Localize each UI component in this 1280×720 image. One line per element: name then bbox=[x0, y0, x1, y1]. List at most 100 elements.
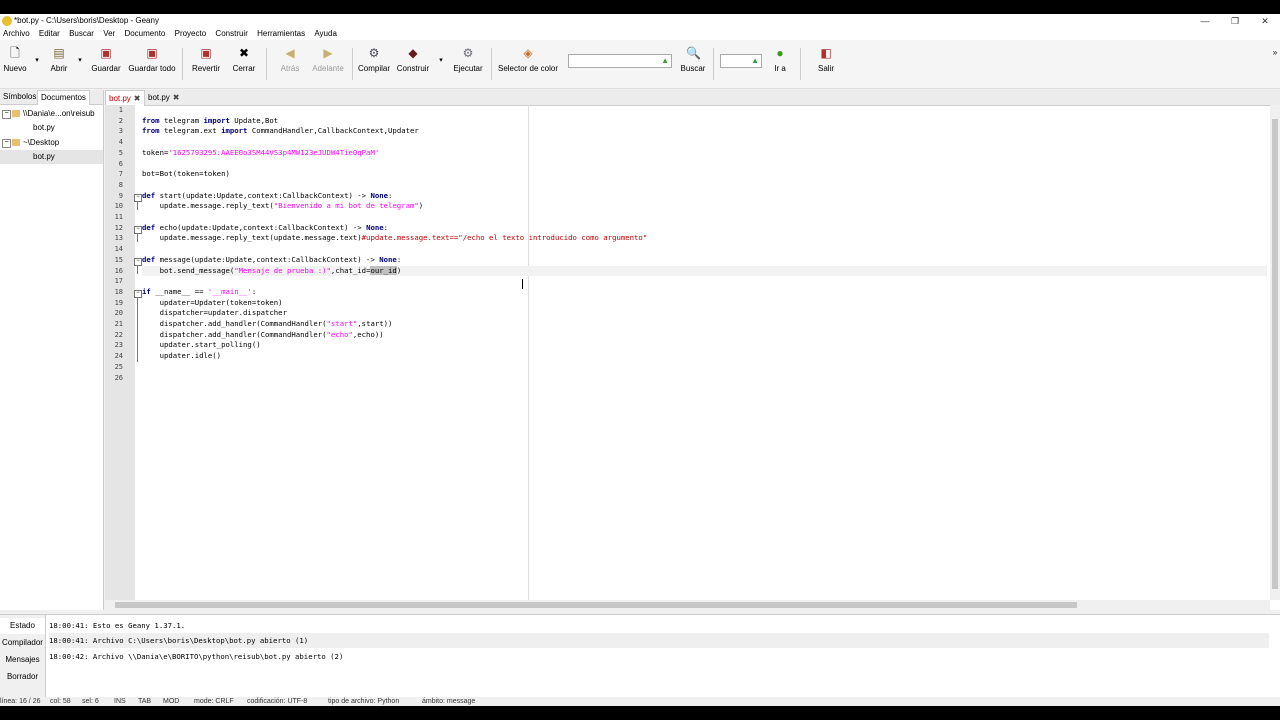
tab-documents[interactable]: Documentos bbox=[37, 90, 90, 105]
search-input[interactable]: ▲ bbox=[568, 54, 672, 68]
execute-gear-icon: ⚙ bbox=[462, 46, 474, 60]
save-all-button[interactable]: ▣ Guardar todo bbox=[128, 44, 176, 84]
line-number: 7 bbox=[118, 170, 123, 179]
save-button[interactable]: ▣ Guardar bbox=[90, 44, 122, 84]
goto-button[interactable]: ● Ir a bbox=[768, 44, 792, 84]
quit-button[interactable]: ◧ Salir bbox=[812, 44, 840, 84]
horizontal-scrollbar[interactable] bbox=[105, 600, 1270, 610]
minimize-button[interactable]: — bbox=[1190, 14, 1220, 28]
color-chooser-button[interactable]: ◈ Selector de color bbox=[496, 44, 560, 84]
line-number: 6 bbox=[118, 159, 123, 168]
line-number: 2 bbox=[118, 116, 123, 125]
code-line-19: updater=Updater(token=token) bbox=[142, 297, 283, 307]
status-mode: mode: CRLF bbox=[194, 698, 234, 705]
scrollbar-thumb[interactable] bbox=[1272, 119, 1278, 589]
code-line-7: bot=Bot(token=token) bbox=[142, 169, 230, 179]
tab-messages[interactable]: Mensajes bbox=[0, 652, 45, 668]
collapse-icon[interactable]: − bbox=[2, 110, 11, 119]
line-number: 4 bbox=[118, 138, 123, 147]
new-button[interactable]: 🗋 Nuevo bbox=[2, 44, 28, 84]
menu-ver[interactable]: Ver bbox=[103, 28, 115, 40]
editor-tab-bot-1[interactable]: bot.py ✖ bbox=[105, 90, 145, 106]
close-tab-icon[interactable]: ✖ bbox=[134, 94, 141, 103]
code-line-23: updater.start_polling() bbox=[142, 340, 261, 350]
tree-file-bot-1[interactable]: bot.py bbox=[0, 121, 103, 135]
open-button[interactable]: ▤ Abrir bbox=[46, 44, 72, 84]
editor-area: bot.py ✖ bot.py ✖ 1 2 3 4 5 6 7 8 9 10 11 12 13 14 15 16 1… bbox=[105, 90, 1280, 610]
fold-toggle-icon[interactable]: − bbox=[134, 226, 142, 234]
menu-archivo[interactable]: Archivo bbox=[3, 28, 30, 40]
scrollbar-thumb[interactable] bbox=[115, 602, 1077, 608]
compile-button[interactable]: ⚙ Compilar bbox=[356, 44, 392, 84]
build-button[interactable]: ◆ Construir bbox=[395, 44, 431, 84]
toolbar-separator bbox=[352, 48, 353, 80]
line-number: 5 bbox=[118, 148, 123, 157]
close-tab-icon[interactable]: ✖ bbox=[173, 93, 180, 102]
open-dropdown-button[interactable]: ▾ bbox=[73, 44, 83, 84]
line-number: 14 bbox=[114, 245, 123, 254]
menu-buscar[interactable]: Buscar bbox=[69, 28, 94, 40]
fold-guide bbox=[137, 234, 138, 242]
line-number: 25 bbox=[114, 362, 123, 371]
menu-herramientas[interactable]: Herramientas bbox=[257, 28, 305, 40]
collapse-icon[interactable]: − bbox=[2, 139, 11, 148]
menu-ayuda[interactable]: Ayuda bbox=[314, 28, 337, 40]
toolbar-separator bbox=[800, 48, 801, 80]
code-line-24: updater.idle() bbox=[142, 351, 222, 361]
code-text-area[interactable]: from telegram import Update,Bot from tel… bbox=[142, 105, 1267, 600]
new-file-icon: 🗋 bbox=[10, 46, 20, 60]
fold-guide bbox=[137, 266, 138, 274]
toolbar-separator bbox=[713, 48, 714, 80]
tab-symbols[interactable]: Símbolos bbox=[0, 90, 39, 104]
line-number: 23 bbox=[114, 341, 123, 350]
build-brick-icon: ◆ bbox=[408, 46, 418, 60]
sidebar: Símbolos Documentos − \\Dania\e...on\rei… bbox=[0, 90, 104, 610]
menu-proyecto[interactable]: Proyecto bbox=[175, 28, 207, 40]
code-line-21: dispatcher.add_handler(CommandHandler("s… bbox=[142, 319, 393, 328]
fold-toggle-icon[interactable]: − bbox=[134, 290, 142, 298]
fold-toggle-icon[interactable]: − bbox=[134, 194, 142, 202]
status-mod: MOD bbox=[163, 698, 180, 705]
vertical-scrollbar[interactable] bbox=[1270, 105, 1280, 600]
status-sel: sel: 6 bbox=[82, 698, 99, 705]
clear-goto-icon[interactable]: ▲ bbox=[751, 56, 759, 65]
tree-file-bot-2[interactable]: bot.py bbox=[0, 150, 103, 164]
tab-status[interactable]: Estado bbox=[0, 618, 45, 634]
editor-tab-bot-2[interactable]: bot.py ✖ bbox=[145, 90, 183, 105]
execute-button[interactable]: ⚙ Ejecutar bbox=[451, 44, 485, 84]
menu-editar[interactable]: Editar bbox=[39, 28, 60, 40]
close-window-button[interactable]: ✕ bbox=[1250, 14, 1280, 28]
close-file-button[interactable]: ✖ Cerrar bbox=[230, 44, 258, 84]
line-number: 19 bbox=[114, 298, 123, 307]
tab-compiler[interactable]: Compilador bbox=[0, 635, 45, 651]
search-button[interactable]: 🔍 Buscar bbox=[678, 44, 708, 84]
code-line-18: if __name__ == '__main__': bbox=[142, 286, 257, 296]
build-dropdown-button[interactable]: ▾ bbox=[434, 44, 444, 84]
fold-toggle-icon[interactable]: − bbox=[134, 258, 142, 266]
code-line-13: update.message.reply_text(update.message… bbox=[142, 233, 648, 243]
clear-search-icon[interactable]: ▲ bbox=[661, 56, 669, 65]
revert-button[interactable]: ▣ Revertir bbox=[190, 44, 222, 84]
chevron-double-right-icon: » bbox=[1272, 48, 1278, 57]
maximize-button[interactable]: ❐ bbox=[1220, 14, 1250, 28]
close-icon: ✖ bbox=[238, 46, 250, 60]
back-button[interactable]: ◀ Atrás bbox=[276, 44, 304, 84]
status-col: col: 58 bbox=[50, 698, 71, 705]
code-line-22: dispatcher.add_handler(CommandHandler("e… bbox=[142, 329, 384, 339]
tab-scribble[interactable]: Borrador bbox=[0, 669, 45, 685]
new-dropdown-button[interactable]: ▾ bbox=[30, 44, 40, 84]
status-tab: TAB bbox=[138, 698, 152, 705]
goto-line-input[interactable]: ▲ bbox=[720, 54, 762, 68]
revert-icon: ▣ bbox=[200, 46, 212, 60]
menu-documento[interactable]: Documento bbox=[124, 28, 165, 40]
tree-folder-desktop[interactable]: − ~\Desktop bbox=[0, 136, 103, 150]
tree-folder-reisub[interactable]: − \\Dania\e...on\reisub bbox=[0, 107, 103, 121]
menu-construir[interactable]: Construir bbox=[215, 28, 247, 40]
code-line-16: bot.send_message("Mensaje de prueba :)",… bbox=[142, 265, 1267, 277]
fold-guide bbox=[137, 202, 138, 210]
toolbar-overflow-button[interactable]: » bbox=[1268, 44, 1278, 84]
forward-button[interactable]: ▶ Adelante bbox=[310, 44, 346, 84]
line-number: 15 bbox=[114, 255, 123, 264]
code-line-20: dispatcher=updater.dispatcher bbox=[142, 308, 287, 318]
code-line-12: def echo(update:Update,context:CallbackC… bbox=[142, 222, 389, 232]
